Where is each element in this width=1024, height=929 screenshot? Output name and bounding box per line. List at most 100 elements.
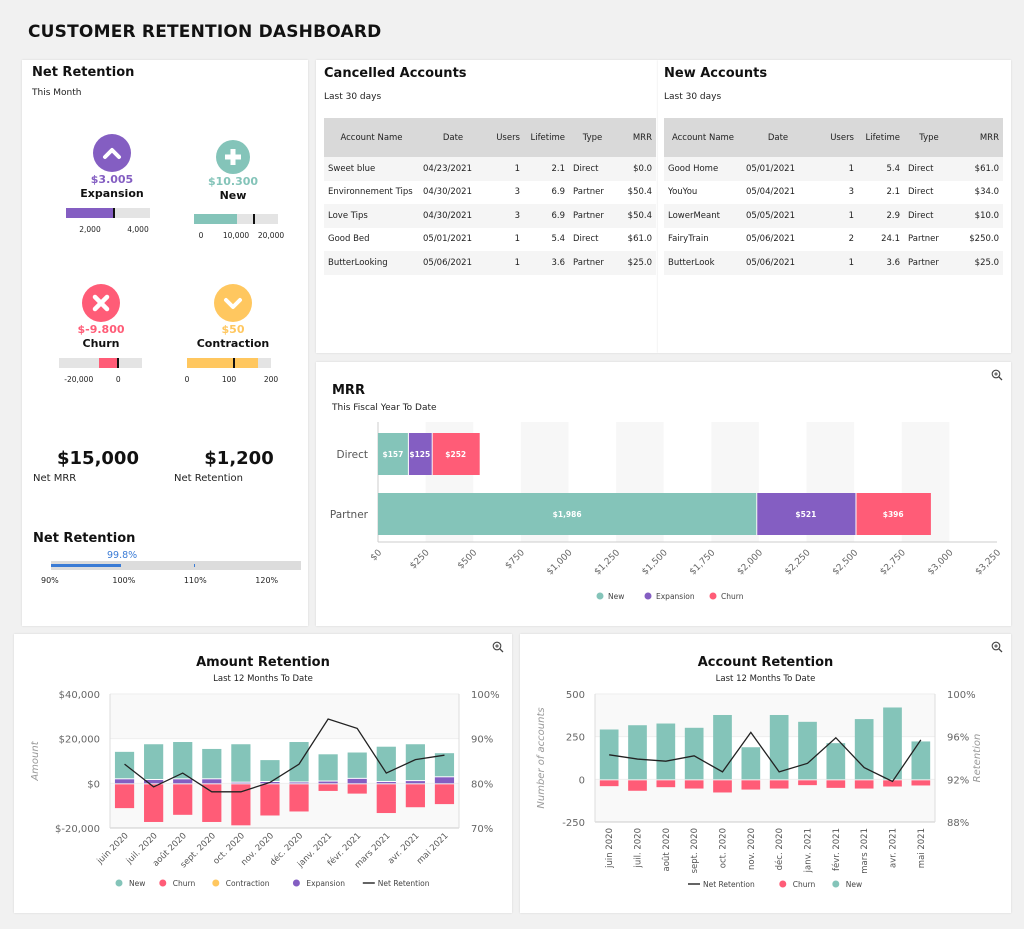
table-cell: 05/05/2021 <box>746 210 795 221</box>
table-cell: Good Home <box>668 163 719 174</box>
bar-expansion <box>173 779 193 784</box>
bar-expansion <box>376 781 396 784</box>
column-header[interactable]: MRR <box>954 118 1003 157</box>
table-row[interactable]: ButterLook 05/06/2021 1 3.6 Partner $25.0 <box>664 251 1003 275</box>
table-cell: $50.4 <box>627 187 652 198</box>
x-tick-label: mai 2021 <box>917 828 927 868</box>
y-tick-label: 250 <box>566 733 585 744</box>
bar-new <box>144 744 164 779</box>
bar-new <box>713 714 732 780</box>
bar-expansion <box>231 782 251 784</box>
table-row[interactable]: FairyTrain 05/06/2021 2 24.1 Partner $250.0 <box>664 227 1003 251</box>
x-tick-label: oct. 2020 <box>719 828 729 868</box>
kpi-contraction: $50 Contraction <box>173 284 293 350</box>
bullet-tick-label: 4,000 <box>127 225 149 234</box>
bar-churn <box>911 780 931 786</box>
table-cell: FairyTrain <box>668 234 709 245</box>
bullet-tick-label: 200 <box>263 375 279 384</box>
mrr-chart-card: MRR This Fiscal Year To Date Direct $157 $… <box>316 362 1011 626</box>
bullet-tick-label: -20,000 <box>64 375 94 384</box>
y2-tick-label: 96% <box>947 733 969 744</box>
bar-new <box>826 743 846 780</box>
table-row[interactable]: Sweet blue 04/23/2021 1 2.1 Direct $0.0 <box>324 157 656 181</box>
legend-label: Contraction <box>226 879 270 888</box>
table-cell: $61.0 <box>974 163 999 174</box>
column-header[interactable]: Type <box>569 118 616 157</box>
gauge-tick-label: 100% <box>112 576 136 585</box>
net-retention-kpi: $1,200 Net Retention <box>174 448 304 484</box>
x-tick-label: $1,500 <box>640 548 670 578</box>
data-label: $252 <box>445 450 466 459</box>
column-header[interactable]: MRR <box>616 118 656 157</box>
column-header[interactable]: Users <box>487 118 524 157</box>
y-tick-label: $0 <box>87 779 100 790</box>
table-cell: YouYou <box>668 187 698 198</box>
bar-churn <box>713 780 732 793</box>
x-tick-label: $1,250 <box>593 548 623 578</box>
bar-churn <box>231 784 251 826</box>
table-row[interactable]: Love Tips 04/30/2021 3 6.9 Partner $50.4 <box>324 204 656 228</box>
column-header[interactable]: Lifetime <box>524 118 569 157</box>
net-mrr-label: Net MRR <box>33 473 77 484</box>
table-row[interactable]: Environnement Tips 04/30/2021 3 6.9 Partner $… <box>324 180 656 204</box>
kpi-label: Contraction <box>196 337 270 350</box>
bullet-tick-label: 0 <box>115 375 121 384</box>
column-header[interactable]: Date <box>742 118 814 157</box>
table-cell: $250.0 <box>969 234 999 245</box>
table-row[interactable]: Good Home 05/01/2021 1 5.4 Direct $61.0 <box>664 157 1003 181</box>
column-header[interactable]: Account Name <box>664 118 742 157</box>
gauge-tick-label: 90% <box>41 576 59 585</box>
bar-expansion <box>289 782 309 784</box>
bar-churn <box>769 780 789 789</box>
table-cell: 05/06/2021 <box>423 257 472 268</box>
y-tick-label: $-20,000 <box>55 824 100 835</box>
table-cell: 05/01/2021 <box>746 163 795 174</box>
legend-label: Churn <box>793 880 816 889</box>
data-label: $396 <box>883 510 904 519</box>
table-cell: 1 <box>514 163 520 174</box>
bar-churn <box>173 784 193 815</box>
x-tick-label: $0 <box>369 548 384 563</box>
column-header[interactable]: Type <box>904 118 954 157</box>
bar-new <box>289 742 309 782</box>
column-header[interactable]: Lifetime <box>858 118 904 157</box>
y-tick-label: 500 <box>566 690 585 701</box>
bar-churn <box>628 780 647 791</box>
table-row[interactable]: Good Bed 05/01/2021 1 5.4 Direct $61.0 <box>324 227 656 251</box>
table-row[interactable]: YouYou 05/04/2021 3 2.1 Direct $34.0 <box>664 180 1003 204</box>
bar-expansion <box>202 779 222 784</box>
table-cell: 05/06/2021 <box>746 234 795 245</box>
table-cell: $25.0 <box>627 257 652 268</box>
bullet-tick-label: 0 <box>198 231 204 240</box>
table-cell: 3 <box>514 187 520 198</box>
bullet-gauge-contraction <box>187 358 271 368</box>
legend-marker <box>212 879 220 887</box>
bullet-fill <box>66 208 115 218</box>
legend-marker <box>159 879 167 887</box>
bar-new <box>599 729 619 780</box>
legend-label: New <box>129 879 145 888</box>
table-cell: 05/06/2021 <box>746 257 795 268</box>
column-header[interactable]: Users <box>814 118 858 157</box>
card-title: Net Retention <box>32 65 135 80</box>
table-cell: $50.4 <box>627 210 652 221</box>
column-header[interactable]: Account Name <box>324 118 419 157</box>
table-cell: 3 <box>514 210 520 221</box>
x-tick-label: mars 2021 <box>860 828 870 874</box>
table-cell: 5.4 <box>551 234 565 245</box>
bar-new <box>202 748 222 779</box>
card-title: Cancelled Accounts <box>324 66 467 81</box>
gauge-value-label: 99.8% <box>107 550 138 561</box>
table-row[interactable]: ButterLooking 05/06/2021 1 3.6 Partner $25.0 <box>324 251 656 275</box>
table-cell: 1 <box>848 210 854 221</box>
table-row[interactable]: LowerMeant 05/05/2021 1 2.9 Direct $10.0 <box>664 204 1003 228</box>
table-cell: ButterLook <box>668 257 715 268</box>
bar-expansion <box>114 779 135 784</box>
kpi-expansion: $3.005 Expansion <box>52 134 172 200</box>
chevron-up-icon <box>93 134 131 172</box>
card-subtitle: Last 30 days <box>324 92 382 102</box>
bar-new <box>628 725 647 780</box>
cancelled-accounts-card: Cancelled Accounts Last 30 days Account … <box>316 60 658 353</box>
bar-churn <box>376 784 396 814</box>
column-header[interactable]: Date <box>419 118 487 157</box>
